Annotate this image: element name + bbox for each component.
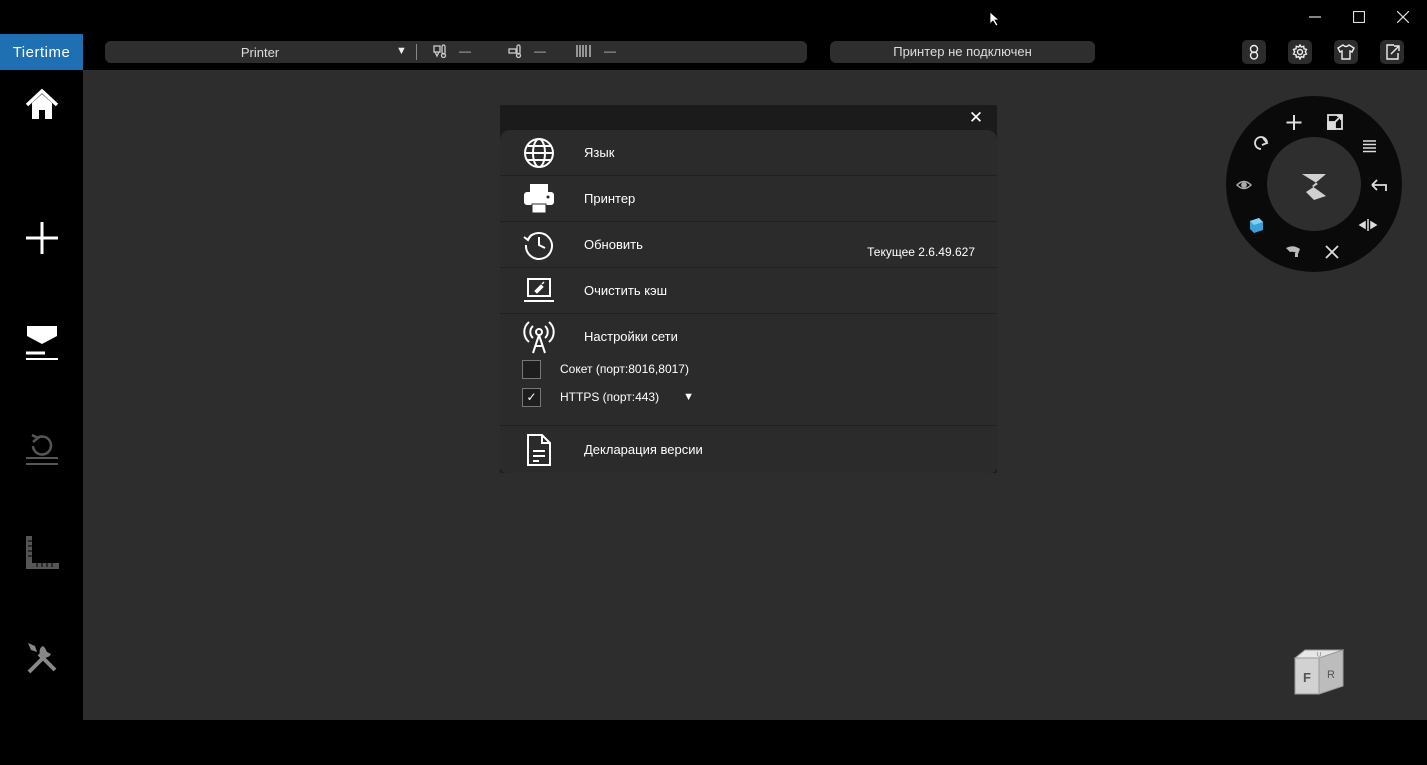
sidebar-item-add[interactable]	[0, 208, 83, 268]
tiertime-logo: Tiertime	[0, 34, 83, 70]
setting-version-declaration-label: Декларация версии	[584, 442, 703, 457]
tools-icon	[27, 643, 56, 674]
sidebar-item-tools[interactable]	[0, 628, 83, 688]
connection-status: Принтер не подключен	[830, 41, 1095, 63]
sidebar-item-calibrate[interactable]	[0, 523, 83, 583]
material-value: —	[604, 44, 616, 58]
nozzle-temperature-icon	[433, 44, 447, 58]
document-icon	[522, 434, 556, 466]
close-window-button[interactable]	[1381, 0, 1425, 34]
sidebar-item-maintenance[interactable]	[0, 418, 83, 478]
setting-update-label: Обновить	[584, 237, 643, 252]
account-icon	[1249, 44, 1259, 60]
tshirt-icon	[1337, 44, 1355, 60]
setting-network: Настройки сети Сокет (порт:8016,8017) ✓ …	[500, 314, 997, 426]
printer-dropdown-caret[interactable]: ▼	[396, 45, 407, 57]
sidebar-item-print[interactable]	[0, 313, 83, 373]
setting-network-header[interactable]: Настройки сети	[500, 314, 997, 360]
setting-language-label: Язык	[584, 145, 615, 160]
bed-temp-value: —	[534, 44, 546, 58]
socket-option: Сокет (порт:8016,8017)	[522, 359, 689, 379]
setting-printer[interactable]: Принтер	[500, 176, 997, 222]
setting-network-label: Настройки сети	[584, 329, 678, 344]
nozzle-temp: —	[433, 44, 471, 58]
export-icon	[1386, 44, 1400, 60]
https-checkbox[interactable]: ✓	[522, 387, 541, 407]
globe-icon	[522, 137, 556, 169]
material-spool-icon	[576, 45, 591, 57]
printer-select[interactable]: Printer	[105, 45, 415, 60]
current-version: Текущее 2.6.49.627	[867, 245, 975, 259]
maximize-button[interactable]	[1337, 0, 1381, 34]
maximize-icon	[1353, 11, 1365, 23]
account-button[interactable]	[1242, 40, 1266, 64]
minimize-button[interactable]	[1293, 0, 1337, 34]
sidebar-item-home[interactable]	[0, 75, 83, 135]
radial-tool-menu	[1226, 96, 1402, 272]
skin-button[interactable]	[1334, 40, 1358, 64]
update-history-icon	[522, 229, 556, 261]
main-toolbar: Tiertime Printer ▼ — — — Принтер не подк…	[0, 34, 1427, 70]
ruler-icon	[25, 536, 59, 569]
setting-clear-cache[interactable]: Очистить кэш	[500, 268, 997, 314]
clear-cache-icon	[522, 275, 556, 307]
divider	[416, 44, 417, 60]
https-option: ✓ HTTPS (порт:443) ▼	[522, 387, 694, 407]
view-cube-right-label: R	[1327, 669, 1335, 681]
left-sidebar	[0, 70, 83, 720]
socket-checkbox[interactable]	[522, 359, 541, 379]
mouse-cursor-icon	[989, 11, 1001, 27]
maintenance-icon	[25, 433, 58, 465]
settings-dialog: ✕ Язык Принтер Обновить Текущее 2.6.49.6…	[500, 105, 997, 473]
gear-icon	[1292, 44, 1308, 60]
minimize-icon	[1309, 16, 1321, 18]
bed-temp: —	[508, 44, 546, 58]
antenna-icon	[522, 321, 556, 354]
view-cube[interactable]: F R U	[1293, 648, 1345, 696]
view-cube-top-label: U	[1317, 653, 1321, 659]
home-icon	[25, 88, 58, 119]
setting-clear-cache-label: Очистить кэш	[584, 283, 668, 298]
nozzle-temp-value: —	[459, 44, 471, 58]
bottom-bar	[0, 720, 1427, 765]
setting-version-declaration[interactable]: Декларация версии	[500, 427, 997, 473]
https-dropdown-caret[interactable]: ▼	[683, 391, 694, 403]
material-status: —	[576, 44, 616, 58]
plus-icon	[25, 222, 58, 254]
view-cube-front-label: F	[1303, 670, 1311, 685]
printer-status-bar: Printer ▼ — — —	[105, 41, 807, 63]
printer-icon	[522, 183, 556, 215]
print-icon	[25, 326, 58, 360]
settings-button[interactable]	[1288, 40, 1312, 64]
dialog-close-button[interactable]: ✕	[967, 109, 985, 127]
title-bar	[0, 0, 1427, 34]
settings-list: Язык Принтер Обновить Текущее 2.6.49.627…	[500, 130, 997, 473]
socket-label: Сокет (порт:8016,8017)	[560, 362, 689, 376]
bed-temperature-icon	[508, 44, 522, 58]
setting-printer-label: Принтер	[584, 191, 636, 206]
setting-update[interactable]: Обновить Текущее 2.6.49.627	[500, 222, 997, 268]
close-icon	[1397, 11, 1409, 23]
https-label: HTTPS (порт:443)	[560, 390, 660, 404]
export-button[interactable]	[1380, 40, 1404, 64]
setting-language[interactable]: Язык	[500, 130, 997, 176]
